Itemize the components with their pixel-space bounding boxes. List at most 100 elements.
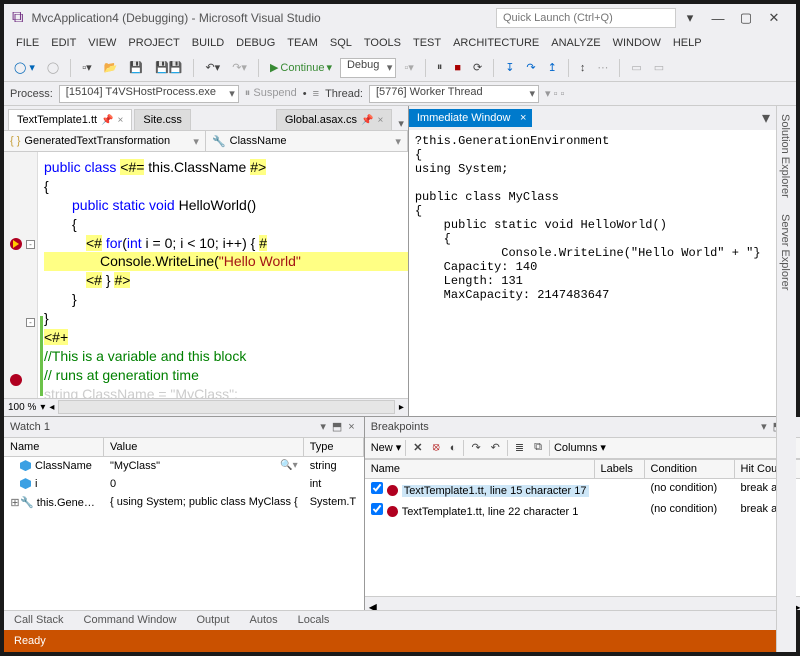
- toolbar-b[interactable]: ▭: [650, 59, 668, 76]
- overflow-icon[interactable]: ▾: [676, 10, 704, 26]
- break-all-button[interactable]: ⏸: [433, 59, 447, 76]
- immediate-body[interactable]: ?this.GenerationEnvironment { using Syst…: [409, 130, 776, 416]
- watch-row[interactable]: ⊞🔧 this.Generati { using System; public …: [4, 493, 364, 512]
- bp-row[interactable]: TextTemplate1.tt, line 22 character 1 (n…: [365, 500, 800, 521]
- fold-icon[interactable]: -: [26, 318, 35, 327]
- step-into-button[interactable]: ↧: [501, 59, 518, 76]
- tab-locals[interactable]: Locals: [288, 611, 340, 630]
- save-button[interactable]: 💾: [125, 59, 147, 76]
- h-scrollbar[interactable]: [58, 400, 394, 414]
- delete-all-bp-button[interactable]: ⦻: [430, 440, 443, 455]
- menu-analyze[interactable]: ANALYZE: [545, 37, 606, 49]
- nav-back-button[interactable]: ◯ ▾: [10, 59, 39, 76]
- columns-button[interactable]: Columns ▾: [554, 441, 606, 454]
- bp-row[interactable]: TextTemplate1.tt, line 15 character 17 (…: [365, 479, 800, 500]
- undo-button[interactable]: ↶▾: [201, 59, 224, 76]
- pane-menu-icon[interactable]: ▾: [756, 106, 776, 130]
- menu-window[interactable]: WINDOW: [607, 37, 667, 49]
- thread-more[interactable]: ▾ ▫ ▫: [545, 87, 564, 100]
- immediate-title[interactable]: Immediate Window×: [409, 109, 533, 127]
- restart-button[interactable]: ⟳: [469, 59, 486, 76]
- tab-overflow-icon[interactable]: ▾: [394, 117, 408, 130]
- config-combo[interactable]: Debug: [340, 58, 396, 78]
- visualizer-icon[interactable]: 🔍▾: [280, 460, 297, 471]
- pane-menu-icon[interactable]: ▾: [317, 420, 329, 433]
- bp-grid[interactable]: TextTemplate1.tt, line 15 character 17 (…: [365, 479, 800, 596]
- tab-texttemplate[interactable]: TextTemplate1.tt📌×: [8, 109, 132, 130]
- debug-target-button[interactable]: ▫▾: [400, 59, 417, 76]
- tab-callstack[interactable]: Call Stack: [4, 611, 74, 630]
- quick-launch-input[interactable]: [496, 8, 676, 28]
- menu-tools[interactable]: TOOLS: [358, 37, 407, 49]
- goto-disasm-button[interactable]: ⧉: [531, 440, 545, 455]
- breakpoint-icon[interactable]: [10, 374, 22, 386]
- stop-debug-button[interactable]: ■: [450, 60, 465, 76]
- toolbar-a[interactable]: ▭: [627, 59, 645, 76]
- tab-autos[interactable]: Autos: [239, 611, 287, 630]
- watch-row[interactable]: i 0 int: [4, 475, 364, 493]
- bp-enable-checkbox[interactable]: [371, 503, 383, 515]
- step-out-button[interactable]: ↥: [544, 59, 561, 76]
- goto-source-button[interactable]: ≣: [512, 440, 527, 455]
- code-nav-bar: { }GeneratedTextTransformation 🔧ClassNam…: [4, 130, 408, 152]
- gutter[interactable]: [4, 152, 38, 398]
- menu-file[interactable]: FILE: [10, 37, 45, 49]
- tab-globalasax[interactable]: Global.asax.cs📌×: [276, 109, 392, 130]
- tab-server-explorer[interactable]: Server Explorer: [777, 206, 793, 298]
- export-bp-button[interactable]: ↷: [468, 440, 483, 455]
- tab-solution-explorer[interactable]: Solution Explorer: [777, 106, 793, 206]
- watch-row[interactable]: ClassName "MyClass" 🔍▾ string: [4, 457, 364, 475]
- close-icon[interactable]: ×: [345, 421, 357, 433]
- menu-test[interactable]: TEST: [407, 37, 447, 49]
- tab-output[interactable]: Output: [186, 611, 239, 630]
- import-bp-button[interactable]: ↶: [488, 440, 503, 455]
- nav-scope-combo[interactable]: { }GeneratedTextTransformation: [4, 131, 206, 151]
- suspend-button[interactable]: ⏸ Suspend: [245, 87, 297, 100]
- menu-build[interactable]: BUILD: [186, 37, 230, 49]
- pane-menu-icon[interactable]: ▾: [758, 420, 770, 433]
- bp-enable-checkbox[interactable]: [371, 482, 383, 494]
- pin-icon[interactable]: ⬒: [329, 420, 345, 433]
- menu-architecture[interactable]: ARCHITECTURE: [447, 37, 545, 49]
- toolbar-more-1[interactable]: ↕: [576, 60, 590, 76]
- scroll-left-icon[interactable]: ◂: [49, 402, 54, 413]
- open-button[interactable]: 📂: [100, 59, 122, 76]
- expand-icon[interactable]: ⊞: [10, 496, 20, 509]
- toggle-bp-button[interactable]: ◐: [447, 441, 460, 455]
- pin-icon[interactable]: 📌: [361, 115, 373, 126]
- nav-fwd-button[interactable]: ◯: [43, 59, 63, 76]
- close-icon[interactable]: ×: [118, 115, 124, 126]
- tab-sitecss[interactable]: Site.css: [134, 109, 191, 130]
- code-editor[interactable]: - - public class <#= this.ClassName #> {…: [4, 152, 408, 398]
- close-icon[interactable]: ×: [377, 115, 383, 126]
- menu-edit[interactable]: EDIT: [45, 37, 82, 49]
- thread-combo[interactable]: [5776] Worker Thread: [369, 85, 539, 103]
- watch-grid[interactable]: ClassName "MyClass" 🔍▾ string i 0 int ⊞🔧…: [4, 457, 364, 610]
- new-bp-button[interactable]: New ▾: [371, 441, 402, 454]
- new-project-button[interactable]: ▫▾: [78, 59, 95, 76]
- zoom-level[interactable]: 100 %: [8, 402, 36, 413]
- menu-sql[interactable]: SQL: [324, 37, 358, 49]
- current-statement-icon[interactable]: [10, 238, 22, 250]
- continue-button[interactable]: ▶ Continue ▾: [266, 59, 336, 76]
- menu-project[interactable]: PROJECT: [122, 37, 185, 49]
- process-combo[interactable]: [15104] T4VSHostProcess.exe: [59, 85, 239, 103]
- close-icon[interactable]: ✕: [760, 10, 788, 26]
- step-over-button[interactable]: ↷: [522, 59, 539, 76]
- close-icon[interactable]: ×: [520, 112, 526, 124]
- menu-team[interactable]: TEAM: [281, 37, 324, 49]
- menu-debug[interactable]: DEBUG: [230, 37, 281, 49]
- scroll-right-icon[interactable]: ▸: [399, 402, 404, 413]
- toolbar-more-2[interactable]: ⋯: [593, 59, 612, 76]
- tab-commandwindow[interactable]: Command Window: [74, 611, 187, 630]
- fold-icon[interactable]: -: [26, 240, 35, 249]
- save-all-button[interactable]: 💾💾: [151, 59, 186, 76]
- delete-bp-button[interactable]: ✕: [410, 440, 425, 455]
- maximize-icon[interactable]: ▢: [732, 10, 760, 26]
- minimize-icon[interactable]: —: [704, 11, 732, 26]
- menu-view[interactable]: VIEW: [82, 37, 122, 49]
- pin-icon[interactable]: 📌: [101, 115, 113, 126]
- redo-button[interactable]: ↷▾: [228, 59, 251, 76]
- menu-help[interactable]: HELP: [667, 37, 708, 49]
- nav-member-combo[interactable]: 🔧ClassName: [206, 131, 408, 151]
